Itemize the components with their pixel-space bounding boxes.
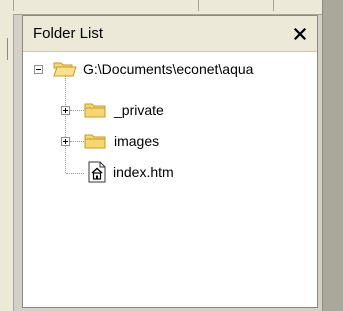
tree-node-private[interactable]: _private <box>84 99 164 121</box>
panel-title: Folder List <box>33 25 104 42</box>
folder-icon <box>84 100 108 120</box>
folder-list-panel: Folder List G:\Documents\econet\aqua _pr… <box>22 15 318 308</box>
tree-node-label: _private <box>114 102 164 118</box>
tree-node-images[interactable]: images <box>84 130 159 152</box>
tree-node-root[interactable]: G:\Documents\econet\aqua <box>53 58 253 80</box>
editor-area-edge <box>322 0 343 311</box>
tree-line <box>70 141 84 142</box>
expand-toggle[interactable] <box>61 106 70 115</box>
close-button[interactable] <box>291 25 309 43</box>
pane-tick <box>7 38 8 60</box>
tree-line <box>70 110 84 111</box>
panel-header: Folder List <box>23 16 317 52</box>
folder-open-icon <box>53 59 77 79</box>
expand-toggle[interactable] <box>61 137 70 146</box>
folder-tree: G:\Documents\econet\aqua _private images <box>23 52 317 307</box>
top-toolbar-strip <box>0 0 343 15</box>
close-icon <box>294 28 306 40</box>
toolbar-separator <box>198 0 199 11</box>
tree-node-label: index.htm <box>113 164 174 180</box>
folder-icon <box>84 131 108 151</box>
toolbar-separator <box>13 0 14 11</box>
collapse-toggle[interactable] <box>34 65 43 74</box>
left-pane-edge <box>0 14 14 311</box>
tree-node-label: images <box>114 133 160 149</box>
tree-line <box>66 173 84 174</box>
tree-line <box>65 76 66 173</box>
home-page-icon <box>87 161 107 183</box>
toolbar-separator <box>273 0 274 11</box>
tree-node-label: G:\Documents\econet\aqua <box>83 61 254 77</box>
tree-node-index[interactable]: index.htm <box>87 161 174 183</box>
